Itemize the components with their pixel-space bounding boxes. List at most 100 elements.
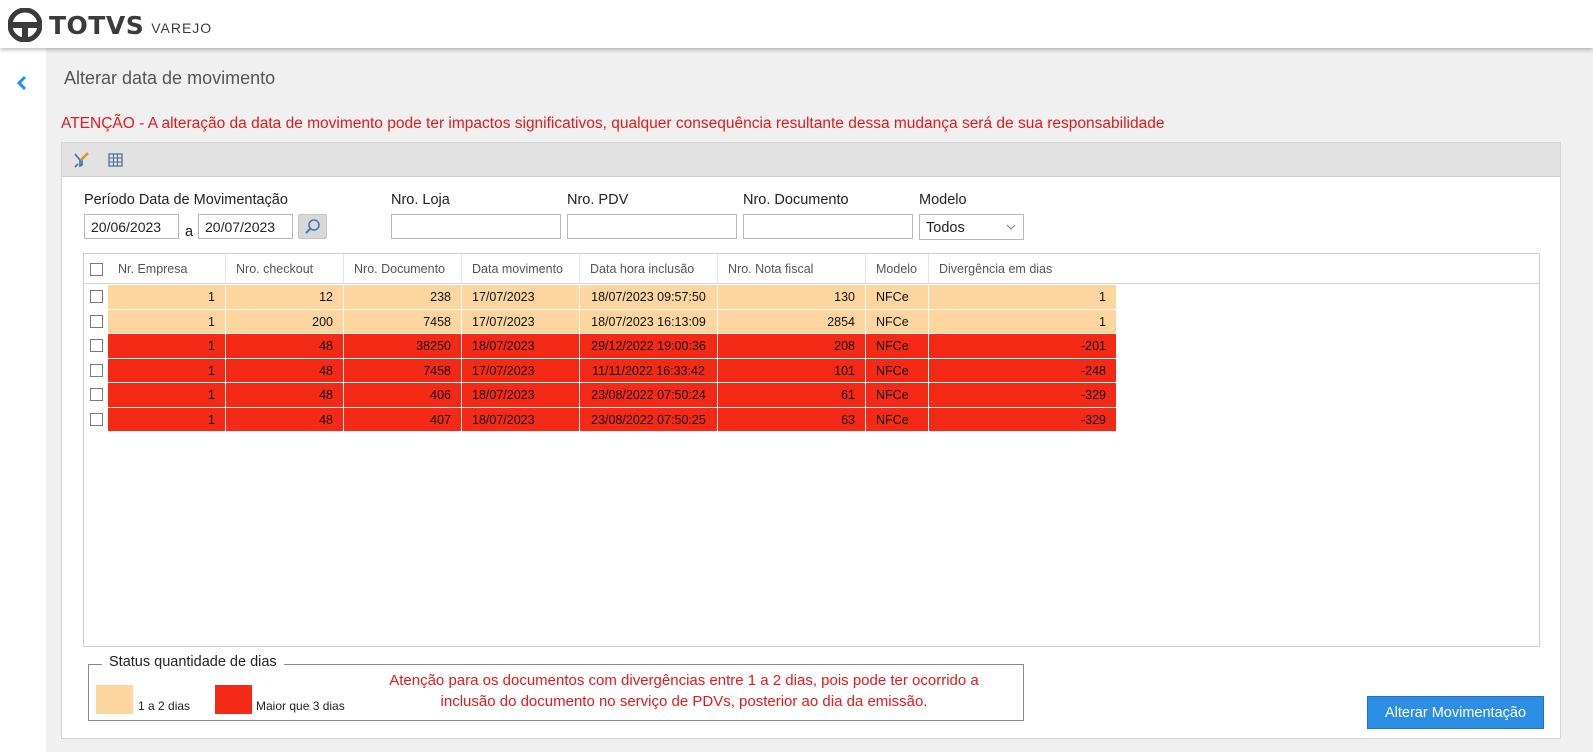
panel-toolbar <box>62 143 1560 177</box>
row-checkbox[interactable] <box>90 314 103 328</box>
cell-data-hora-inclusao: 23/08/2022 07:50:25 <box>580 407 718 432</box>
warning-message: ATENÇÃO - A alteração da data de movimen… <box>61 115 1165 132</box>
cell-empresa: 1 <box>108 407 226 432</box>
cell-data-hora-inclusao: 11/11/2022 16:33:42 <box>580 358 718 383</box>
totvs-logo[interactable]: TOTVS VAREJO <box>8 8 212 42</box>
pdv-label: Nro. PDV <box>567 192 629 208</box>
cell-modelo: NFCe <box>866 358 929 383</box>
cell-divergencia: 1 <box>929 309 1117 334</box>
cell-modelo: NFCe <box>866 309 929 334</box>
period-label: Período Data de Movimentação <box>84 192 288 208</box>
cell-checkout: 48 <box>226 334 344 359</box>
grid-header: Nr. Empresa Nro. checkout Nro. Documento… <box>84 254 1539 284</box>
cell-empresa: 1 <box>108 285 226 310</box>
cell-checkout: 48 <box>226 407 344 432</box>
cell-divergencia: -201 <box>929 334 1117 359</box>
legend-swatch-low <box>96 685 133 714</box>
col-header-modelo[interactable]: Modelo <box>866 254 929 284</box>
col-header-empresa[interactable]: Nr. Empresa <box>108 254 226 284</box>
cell-nota-fiscal: 130 <box>718 285 866 310</box>
cell-data-movimento: 18/07/2023 <box>462 383 580 408</box>
cell-documento: 238 <box>344 285 462 310</box>
search-button[interactable] <box>298 214 327 239</box>
search-icon <box>305 219 320 234</box>
store-input[interactable] <box>391 214 561 239</box>
chevron-down-icon <box>1006 224 1016 230</box>
cell-divergencia: -248 <box>929 358 1117 383</box>
document-label: Nro. Documento <box>743 192 849 208</box>
cell-empresa: 1 <box>108 334 226 359</box>
table-row[interactable]: 1 48 407 18/07/2023 23/08/2022 07:50:25 … <box>84 407 1539 432</box>
row-checkbox[interactable] <box>90 363 103 377</box>
legend-swatch-high <box>215 685 252 714</box>
col-header-nota-fiscal[interactable]: Nro. Nota fiscal <box>718 254 866 284</box>
left-rail <box>0 48 46 752</box>
table-row[interactable]: 1 12 238 17/07/2023 18/07/2023 09:57:50 … <box>84 285 1539 310</box>
cell-modelo: NFCe <box>866 407 929 432</box>
cell-nota-fiscal: 2854 <box>718 309 866 334</box>
model-select[interactable]: Todos <box>919 214 1024 240</box>
cell-data-movimento: 17/07/2023 <box>462 285 580 310</box>
cell-nota-fiscal: 61 <box>718 383 866 408</box>
col-header-data-movimento[interactable]: Data movimento <box>462 254 580 284</box>
status-legend: Status quantidade de dias 1 a 2 dias Mai… <box>88 654 1024 721</box>
table-row[interactable]: 1 48 406 18/07/2023 23/08/2022 07:50:24 … <box>84 383 1539 408</box>
cell-documento: 407 <box>344 407 462 432</box>
table-row[interactable]: 1 200 7458 17/07/2023 18/07/2023 16:13:0… <box>84 309 1539 334</box>
cell-divergencia: -329 <box>929 407 1117 432</box>
cell-checkout: 200 <box>226 309 344 334</box>
row-checkbox[interactable] <box>90 412 103 426</box>
select-all-checkbox[interactable] <box>90 263 103 276</box>
legend-label-low: 1 a 2 dias <box>138 699 191 713</box>
cell-data-movimento: 17/07/2023 <box>462 309 580 334</box>
cell-documento: 7458 <box>344 358 462 383</box>
alterar-movimentacao-button[interactable]: Alterar Movimentação <box>1367 696 1544 729</box>
col-header-checkout[interactable]: Nro. checkout <box>226 254 344 284</box>
totvs-logo-icon <box>8 8 42 42</box>
document-input[interactable] <box>743 214 913 239</box>
cell-nota-fiscal: 63 <box>718 407 866 432</box>
cell-empresa: 1 <box>108 358 226 383</box>
legend-note: Atenção para os documentos com divergênc… <box>389 672 979 710</box>
product-name: VAREJO <box>151 20 213 36</box>
cell-checkout: 48 <box>226 383 344 408</box>
col-header-divergencia[interactable]: Divergência em dias <box>929 254 1539 284</box>
cell-data-hora-inclusao: 18/07/2023 09:57:50 <box>580 285 718 310</box>
table-row[interactable]: 1 48 7458 17/07/2023 11/11/2022 16:33:42… <box>84 358 1539 383</box>
date-to-input[interactable] <box>198 214 293 239</box>
main-panel: Período Data de Movimentação a Nro. Loja… <box>61 142 1561 739</box>
col-header-data-hora-inclusao[interactable]: Data hora inclusão <box>580 254 718 284</box>
clear-filter-icon[interactable] <box>72 151 90 169</box>
legend-title: Status quantidade de dias <box>102 654 284 670</box>
cell-data-hora-inclusao: 23/08/2022 07:50:24 <box>580 383 718 408</box>
cell-divergencia: 1 <box>929 285 1117 310</box>
cell-data-movimento: 18/07/2023 <box>462 334 580 359</box>
date-from-input[interactable] <box>84 214 179 239</box>
row-checkbox[interactable] <box>90 339 103 352</box>
brand-name: TOTVS <box>49 10 145 40</box>
model-select-value: Todos <box>926 220 965 236</box>
row-checkbox[interactable] <box>90 388 103 401</box>
cell-checkout: 48 <box>226 358 344 383</box>
model-label: Modelo <box>919 192 967 208</box>
cell-divergencia: -329 <box>929 383 1117 408</box>
back-arrow-icon[interactable] <box>12 70 32 96</box>
pdv-input[interactable] <box>567 214 737 239</box>
table-row[interactable]: 1 48 38250 18/07/2023 29/12/2022 19:00:3… <box>84 334 1539 359</box>
grid-icon[interactable] <box>107 151 125 169</box>
col-header-documento[interactable]: Nro. Documento <box>344 254 462 284</box>
row-checkbox[interactable] <box>90 290 103 303</box>
store-label: Nro. Loja <box>391 192 450 208</box>
cell-empresa: 1 <box>108 309 226 334</box>
cell-documento: 7458 <box>344 309 462 334</box>
cell-data-movimento: 18/07/2023 <box>462 407 580 432</box>
cell-checkout: 12 <box>226 285 344 310</box>
date-separator: a <box>185 224 194 240</box>
cell-modelo: NFCe <box>866 383 929 408</box>
page-title: Alterar data de movimento <box>64 68 276 88</box>
cell-data-hora-inclusao: 18/07/2023 16:13:09 <box>580 309 718 334</box>
cell-data-movimento: 17/07/2023 <box>462 358 580 383</box>
documents-grid: Nr. Empresa Nro. checkout Nro. Documento… <box>83 253 1540 647</box>
cell-modelo: NFCe <box>866 285 929 310</box>
cell-empresa: 1 <box>108 383 226 408</box>
